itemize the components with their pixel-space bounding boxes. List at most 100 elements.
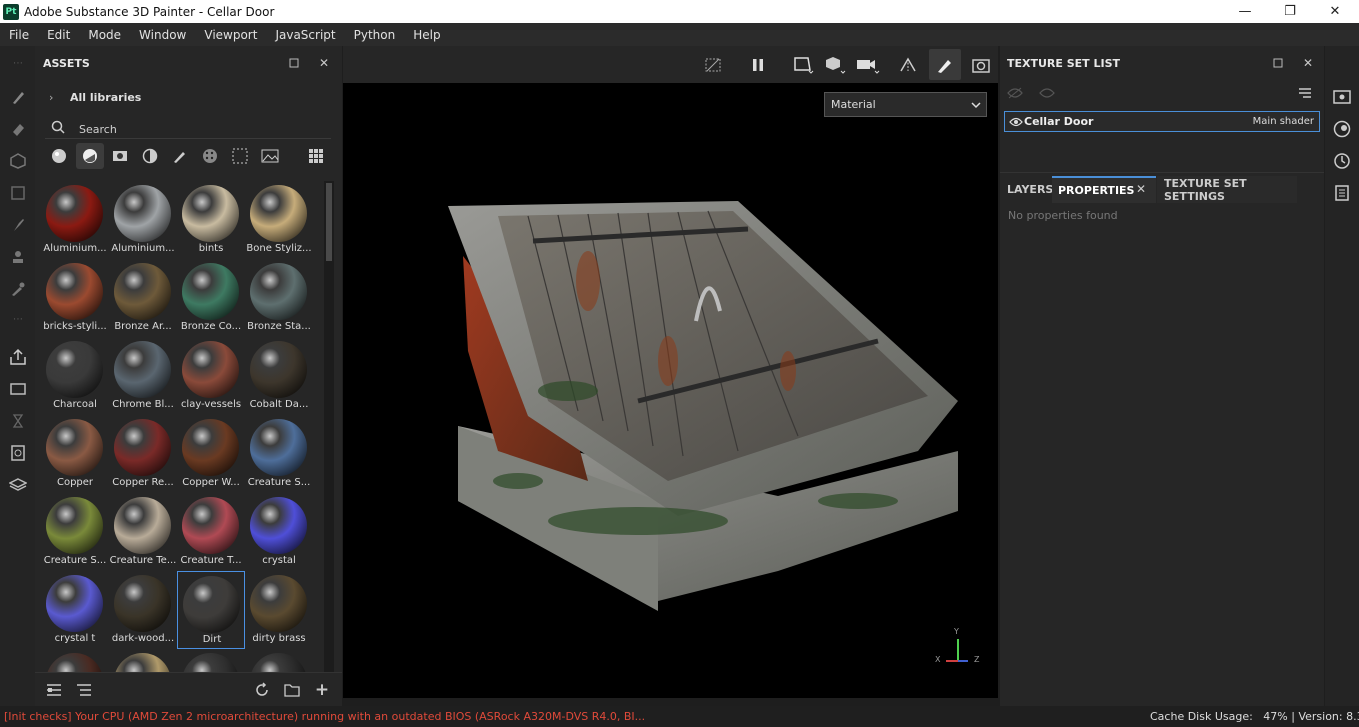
menu-window[interactable]: Window (130, 28, 195, 42)
asset-thumbnail[interactable]: dirty brass (245, 571, 313, 649)
menu-mode[interactable]: Mode (79, 28, 130, 42)
asset-thumbnail[interactable] (41, 649, 109, 673)
log-notes-icon[interactable] (1331, 182, 1353, 204)
projection-icon[interactable] (7, 150, 29, 172)
add-icon[interactable]: + (313, 680, 331, 700)
maximize-button[interactable]: ❐ (1267, 0, 1313, 23)
bake-mesh-icon[interactable] (7, 378, 29, 400)
close-tab-icon[interactable]: ✕ (1136, 182, 1146, 196)
list-options-icon[interactable] (45, 681, 63, 699)
log-icon[interactable] (7, 442, 29, 464)
asset-thumbnail[interactable] (177, 649, 245, 673)
display-settings-icon[interactable] (1331, 86, 1353, 108)
status-warning[interactable]: [Init checks] Your CPU (AMD Zen 2 microa… (4, 710, 645, 723)
asset-thumbnail[interactable]: Aluminium... (41, 181, 109, 259)
shader-settings-icon[interactable] (1331, 118, 1353, 140)
asset-thumbnail[interactable]: Cobalt Da... (245, 337, 313, 415)
paint-mode-icon[interactable] (929, 49, 961, 80)
asset-thumbnail[interactable]: dark-wood... (109, 571, 177, 649)
asset-thumbnail[interactable]: crystal (245, 493, 313, 571)
menu-help[interactable]: Help (404, 28, 449, 42)
sort-icon[interactable] (75, 681, 93, 699)
solo-visibility-icon[interactable] (1038, 85, 1056, 101)
menu-python[interactable]: Python (345, 28, 405, 42)
minimize-button[interactable]: — (1222, 0, 1268, 23)
asset-thumbnail[interactable]: Creature Te... (109, 493, 177, 571)
refresh-icon[interactable] (253, 681, 271, 699)
close-panel-icon[interactable]: ✕ (317, 56, 331, 70)
brushes-filter-icon[interactable] (171, 147, 189, 165)
hide-ui-icon[interactable] (703, 55, 723, 75)
breadcrumb-all-libraries[interactable]: All libraries (70, 91, 141, 104)
menu-edit[interactable]: Edit (38, 28, 79, 42)
close-panel-icon[interactable]: ✕ (1301, 56, 1315, 70)
menu-viewport[interactable]: Viewport (195, 28, 266, 42)
texture-set-row[interactable]: Cellar Door Main shader (1004, 111, 1320, 132)
history-clock-icon[interactable] (1331, 150, 1353, 172)
smart-masks-filter-icon[interactable] (111, 147, 129, 165)
library-icon[interactable] (7, 474, 29, 496)
asset-thumbnail[interactable]: Chrome Bl... (109, 337, 177, 415)
eraser-icon[interactable] (7, 118, 29, 140)
undock-icon[interactable] (287, 56, 301, 70)
paint-brush-icon[interactable] (7, 86, 29, 108)
symmetry-icon[interactable] (898, 55, 918, 75)
screenshot-icon[interactable] (971, 55, 991, 75)
asset-thumbnail[interactable]: Copper Re... (109, 415, 177, 493)
asset-thumbnail[interactable]: Copper W... (177, 415, 245, 493)
asset-thumbnail[interactable] (109, 649, 177, 673)
chevron-right-icon[interactable]: › (49, 91, 53, 104)
export-icon[interactable] (7, 346, 29, 368)
search-field[interactable]: Search (45, 118, 331, 139)
alphas-filter-icon[interactable] (231, 147, 249, 165)
menu-list-icon[interactable] (1297, 85, 1313, 101)
asset-thumbnail[interactable]: Bronze Sta... (245, 259, 313, 337)
filters-filter-icon[interactable] (141, 147, 159, 165)
environments-filter-icon[interactable] (261, 147, 279, 165)
textures-filter-icon[interactable] (201, 147, 219, 165)
folder-icon[interactable] (283, 681, 301, 699)
tab-properties[interactable]: PROPERTIES ✕ (1052, 176, 1156, 203)
asset-grid: Aluminium... Aluminium... bints Bone Styliz… (41, 181, 323, 673)
tab-texture-set-settings[interactable]: TEXTURE SET SETTINGS (1157, 176, 1297, 203)
smart-materials-filter-icon[interactable] (76, 143, 104, 169)
grid-view-icon[interactable] (307, 147, 325, 165)
close-window-button[interactable]: ✕ (1312, 0, 1358, 23)
asset-thumbnail[interactable]: Creature T... (177, 493, 245, 571)
camera-icon[interactable] (855, 55, 881, 75)
3d-viewport[interactable]: Y X Z (343, 46, 998, 698)
texture-set-shader[interactable]: Main shader (1253, 116, 1314, 127)
asset-thumbnail[interactable]: Copper (41, 415, 109, 493)
asset-scrollbar[interactable] (324, 181, 334, 673)
history-icon[interactable] (7, 410, 29, 432)
visibility-toggle-icon[interactable] (1006, 85, 1024, 101)
asset-thumbnail[interactable]: Creature S... (245, 415, 313, 493)
asset-thumbnail[interactable]: bricks-styli... (41, 259, 109, 337)
asset-thumbnail[interactable] (245, 649, 313, 673)
asset-thumbnail[interactable]: Dirt (177, 571, 245, 649)
3d-view-icon[interactable] (823, 55, 847, 75)
menu-file[interactable]: File (0, 28, 38, 42)
scrollbar-thumb[interactable] (326, 183, 332, 261)
asset-thumbnail[interactable]: Aluminium... (109, 181, 177, 259)
asset-thumbnail[interactable]: clay-vessels (177, 337, 245, 415)
asset-thumbnail[interactable]: Bone Styliz... (245, 181, 313, 259)
asset-thumbnail[interactable]: Bronze Ar... (109, 259, 177, 337)
asset-thumbnail[interactable]: bints (177, 181, 245, 259)
status-bar: [Init checks] Your CPU (AMD Zen 2 microa… (0, 706, 1359, 727)
asset-thumbnail[interactable]: Charcoal (41, 337, 109, 415)
pause-icon[interactable] (748, 55, 768, 75)
materials-filter-icon[interactable] (50, 147, 68, 165)
asset-thumbnail[interactable]: Bronze Co... (177, 259, 245, 337)
menu-javascript[interactable]: JavaScript (266, 28, 344, 42)
2d-view-icon[interactable] (791, 55, 815, 75)
clone-stamp-icon[interactable] (7, 246, 29, 268)
asset-thumbnail[interactable]: Creature S... (41, 493, 109, 571)
asset-thumbnail[interactable]: crystal t (41, 571, 109, 649)
tab-layers[interactable]: LAYERS (1000, 176, 1053, 203)
color-picker-icon[interactable] (7, 278, 29, 300)
smudge-icon[interactable] (7, 214, 29, 236)
geometry-mask-icon[interactable] (7, 182, 29, 204)
material-mode-select[interactable]: Material (824, 92, 987, 117)
undock-icon[interactable] (1271, 56, 1285, 70)
